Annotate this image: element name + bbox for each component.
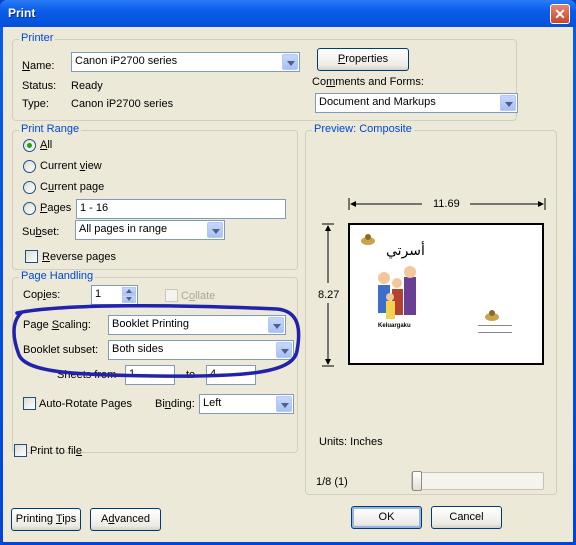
print-dialog: Print ✕ Printer Name: Canon iP2700 serie… [0,0,576,545]
comments-label: Comments and Forms: [312,76,424,88]
radio-current-page-label[interactable]: Current page [40,181,104,193]
width-value: 11.69 [433,198,460,210]
chevron-down-icon[interactable] [276,396,292,412]
type-label: Type: [22,98,49,110]
family-illustration [378,266,416,319]
binding-select[interactable]: Left [199,394,294,414]
print-range-legend: Print Range [19,123,82,135]
print-to-file-checkbox[interactable] [14,444,27,457]
auto-rotate-checkbox[interactable] [23,397,36,410]
preview-slider-track[interactable] [411,472,544,490]
binding-value: Left [203,397,222,409]
printer-name-value: Canon iP2700 series [75,55,178,67]
advanced-button[interactable]: Advanced [90,508,161,531]
height-value: 8.27 [318,289,340,301]
radio-current-view-label[interactable]: Current view [40,160,102,172]
subset-value: All pages in range [79,223,168,235]
printing-tips-button[interactable]: Printing Tips [11,508,81,531]
type-value: Canon iP2700 series [71,98,174,110]
window-title: Print [8,6,36,20]
title-bar[interactable]: Print ✕ [0,0,576,27]
auto-rotate-label[interactable]: Auto-Rotate Pages [39,398,132,410]
page-caption: Keluargaku [378,323,411,329]
radio-pages[interactable] [23,202,36,215]
status-value: Ready [71,80,103,92]
radio-current-view[interactable] [23,160,36,173]
printer-name-select[interactable]: Canon iP2700 series [71,52,300,72]
chevron-down-icon[interactable] [207,222,223,238]
page-counter: 1/8 (1) [316,476,348,488]
printer-legend: Printer [19,32,56,44]
preview-slider-thumb[interactable] [412,471,422,491]
radio-current-page[interactable] [23,181,36,194]
units-label: Units: Inches [319,436,383,448]
annotation-ellipse [12,303,301,378]
preview-page: أسرتي Keluargaku [348,223,544,365]
subset-label: Subset: [22,226,60,238]
status-label: Status: [22,80,57,92]
comments-forms-select[interactable]: Document and Markups [315,93,518,113]
dialog-body: Printer Name: Canon iP2700 series Status… [3,27,573,542]
logo-icon [361,234,375,245]
publisher-lines [478,325,512,333]
radio-all[interactable] [23,139,36,152]
chevron-down-icon[interactable] [282,54,298,70]
print-to-file-label[interactable]: Print to file [30,445,82,457]
cancel-button[interactable]: Cancel [431,506,502,529]
close-icon[interactable]: ✕ [550,4,570,24]
page-arabic-title: أسرتي [386,243,425,259]
ok-button[interactable]: OK [351,506,422,529]
pages-input[interactable]: 1 - 16 [76,199,286,219]
binding-label: Binding: [155,398,195,410]
chevron-down-icon[interactable] [500,95,516,111]
logo-icon [485,310,499,321]
reverse-pages-label[interactable]: Reverse pages [42,251,116,263]
radio-pages-label[interactable]: Pages [40,202,71,214]
radio-all-label[interactable]: All [40,139,52,151]
reverse-pages-checkbox[interactable] [25,250,38,263]
properties-button[interactable]: Properties [317,48,409,71]
preview-legend: Preview: Composite [312,123,414,135]
comments-forms-value: Document and Markups [319,96,436,108]
page-handling-legend: Page Handling [19,270,96,282]
subset-select[interactable]: All pages in range [75,220,225,240]
printer-name-label: Name: [22,60,55,72]
